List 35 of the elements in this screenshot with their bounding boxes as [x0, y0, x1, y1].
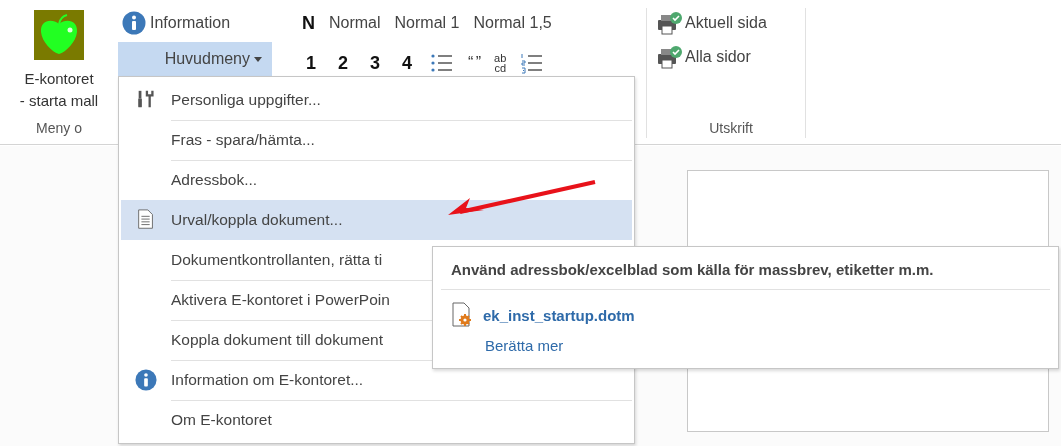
heading-button[interactable]: 2 — [334, 52, 352, 74]
style-button[interactable]: ab cd — [494, 53, 507, 73]
print-button[interactable]: Alla sidor — [657, 42, 767, 72]
style-button[interactable]: Normal 1,5 — [473, 14, 552, 32]
file-name: ek_inst_startup.dotm — [483, 306, 635, 324]
group-label: Utskrift — [708, 120, 754, 138]
group-label: Meny o — [35, 120, 83, 138]
printer-icon — [657, 11, 683, 35]
tooltip-title: Använd adressbok/excelblad som källa för massbrev, etiketter m.m. — [441, 247, 1050, 290]
menu-item[interactable]: Om E-kontoret — [121, 400, 632, 440]
information-button[interactable]: Information — [118, 8, 272, 38]
menu-item[interactable]: Fras - spara/hämta... — [121, 120, 632, 160]
quote-button[interactable]: “ ” — [468, 54, 481, 72]
info-icon — [122, 11, 146, 35]
print-button[interactable]: Aktuell sida — [657, 8, 767, 38]
menu-item[interactable]: Information om E-kontoret... — [121, 360, 632, 400]
style-button[interactable]: Normal — [329, 14, 381, 32]
main-menu-dropdown[interactable]: Huvudmeny — [118, 42, 272, 76]
bullet-list-icon — [430, 52, 454, 74]
caret-icon — [254, 56, 262, 62]
heading-button[interactable]: 4 — [398, 52, 416, 74]
heading-button[interactable]: 3 — [366, 52, 384, 74]
style-button[interactable]: N — [302, 12, 315, 34]
start-template-button[interactable]: E-kontoret - starta mall — [4, 8, 114, 120]
menu-item[interactable]: Adressbok... — [121, 160, 632, 200]
numbered-list-icon — [520, 52, 545, 74]
style-button[interactable]: Normal 1 — [394, 14, 460, 32]
file-gear-icon — [451, 302, 473, 328]
menu-item[interactable]: Personliga uppgifter... — [121, 80, 632, 120]
learn-more-link[interactable]: Berätta mer — [485, 337, 1050, 354]
menu-item[interactable]: Urval/koppla dokument... — [121, 200, 632, 240]
info-icon — [135, 369, 157, 391]
heading-button[interactable]: 1 — [302, 52, 320, 74]
printer-icon — [657, 45, 683, 69]
apple-icon — [34, 10, 84, 60]
